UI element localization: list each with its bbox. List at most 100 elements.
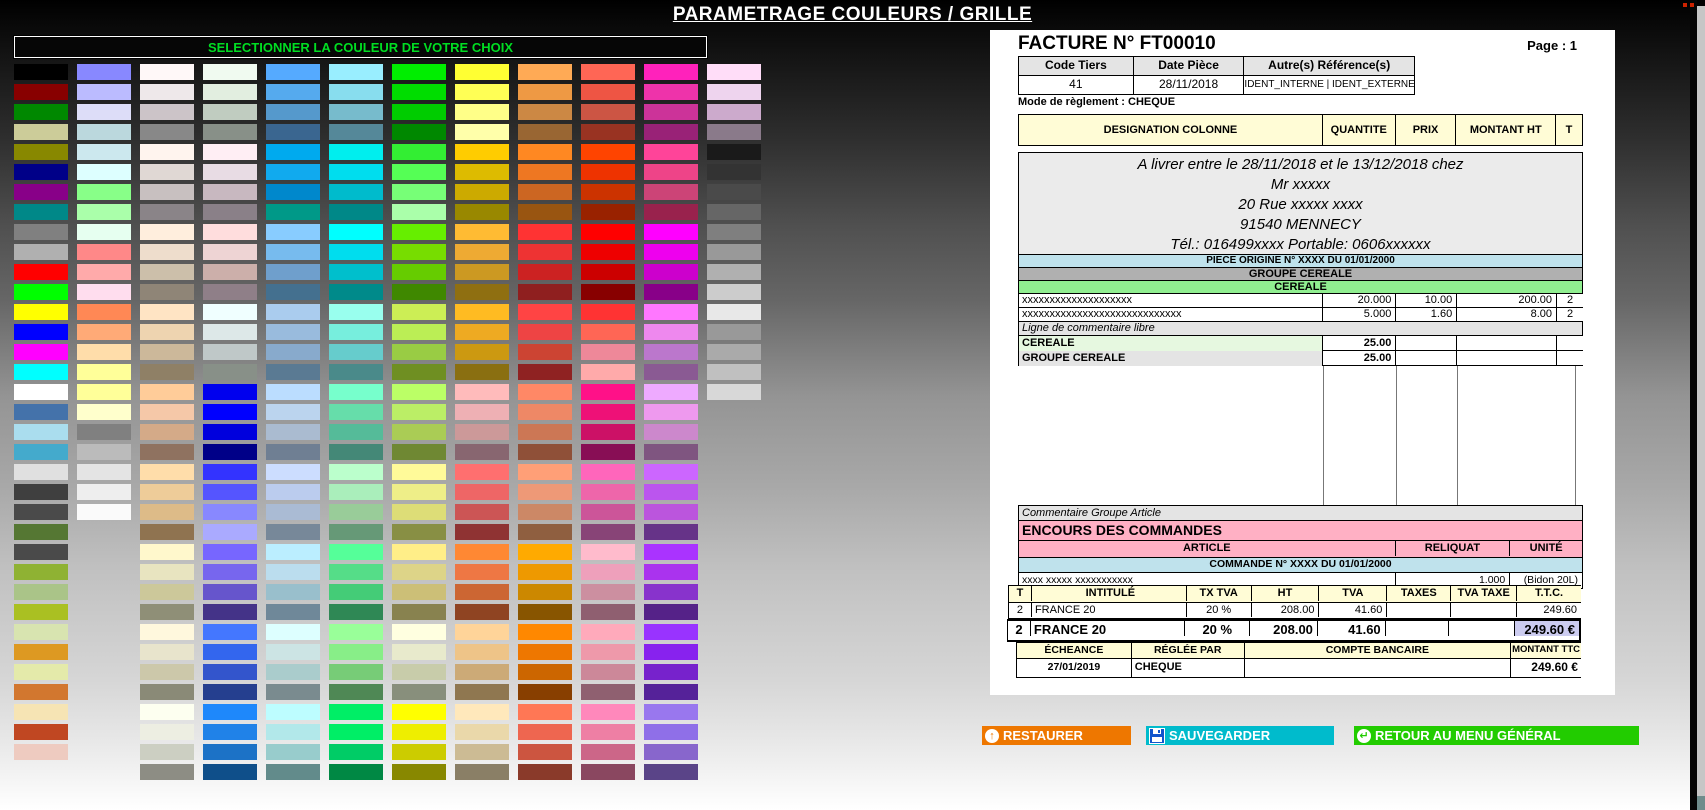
color-swatch[interactable]: [644, 304, 698, 320]
color-swatch[interactable]: [329, 224, 383, 240]
color-swatch[interactable]: [14, 484, 68, 500]
color-swatch[interactable]: [203, 204, 257, 220]
color-swatch[interactable]: [581, 224, 635, 240]
color-swatch[interactable]: [329, 424, 383, 440]
color-swatch[interactable]: [392, 244, 446, 260]
color-swatch[interactable]: [581, 284, 635, 300]
color-swatch[interactable]: [455, 444, 509, 460]
color-swatch[interactable]: [644, 184, 698, 200]
color-swatch[interactable]: [266, 344, 320, 360]
color-swatch[interactable]: [203, 384, 257, 400]
color-swatch[interactable]: [329, 604, 383, 620]
color-swatch[interactable]: [266, 284, 320, 300]
color-swatch[interactable]: [455, 244, 509, 260]
color-swatch[interactable]: [581, 144, 635, 160]
color-swatch[interactable]: [77, 324, 131, 340]
color-swatch[interactable]: [329, 584, 383, 600]
color-swatch[interactable]: [644, 444, 698, 460]
color-swatch[interactable]: [392, 624, 446, 640]
color-swatch[interactable]: [77, 384, 131, 400]
color-swatch[interactable]: [140, 324, 194, 340]
color-swatch[interactable]: [707, 124, 761, 140]
color-swatch[interactable]: [329, 564, 383, 580]
color-swatch[interactable]: [644, 624, 698, 640]
color-swatch[interactable]: [518, 224, 572, 240]
color-swatch[interactable]: [266, 304, 320, 320]
color-swatch[interactable]: [329, 464, 383, 480]
color-swatch[interactable]: [518, 264, 572, 280]
color-swatch[interactable]: [581, 344, 635, 360]
color-swatch[interactable]: [644, 684, 698, 700]
color-swatch[interactable]: [518, 244, 572, 260]
color-swatch[interactable]: [644, 504, 698, 520]
color-swatch[interactable]: [392, 644, 446, 660]
color-swatch[interactable]: [518, 144, 572, 160]
color-swatch[interactable]: [77, 444, 131, 460]
color-swatch[interactable]: [707, 164, 761, 180]
color-swatch[interactable]: [329, 644, 383, 660]
color-swatch[interactable]: [518, 464, 572, 480]
color-swatch[interactable]: [203, 184, 257, 200]
color-swatch[interactable]: [140, 704, 194, 720]
color-swatch[interactable]: [140, 184, 194, 200]
color-swatch[interactable]: [77, 504, 131, 520]
color-swatch[interactable]: [266, 464, 320, 480]
color-swatch[interactable]: [455, 664, 509, 680]
color-swatch[interactable]: [392, 344, 446, 360]
color-swatch[interactable]: [644, 284, 698, 300]
color-swatch[interactable]: [266, 84, 320, 100]
color-swatch[interactable]: [581, 64, 635, 80]
color-swatch[interactable]: [455, 404, 509, 420]
color-swatch[interactable]: [392, 164, 446, 180]
color-swatch[interactable]: [329, 384, 383, 400]
color-swatch[interactable]: [518, 364, 572, 380]
color-swatch[interactable]: [644, 604, 698, 620]
color-swatch[interactable]: [266, 224, 320, 240]
color-swatch[interactable]: [14, 184, 68, 200]
color-swatch[interactable]: [329, 64, 383, 80]
color-swatch[interactable]: [392, 664, 446, 680]
color-swatch[interactable]: [77, 184, 131, 200]
color-swatch[interactable]: [203, 124, 257, 140]
color-swatch[interactable]: [203, 664, 257, 680]
color-swatch[interactable]: [77, 64, 131, 80]
color-swatch[interactable]: [644, 244, 698, 260]
color-swatch[interactable]: [518, 184, 572, 200]
color-swatch[interactable]: [203, 304, 257, 320]
color-swatch[interactable]: [329, 124, 383, 140]
color-swatch[interactable]: [14, 724, 68, 740]
color-swatch[interactable]: [644, 664, 698, 680]
scrollbar-thumb[interactable]: [1697, 796, 1705, 810]
color-swatch[interactable]: [518, 764, 572, 780]
color-swatch[interactable]: [581, 124, 635, 140]
color-swatch[interactable]: [518, 724, 572, 740]
color-swatch[interactable]: [203, 544, 257, 560]
color-swatch[interactable]: [329, 324, 383, 340]
color-swatch[interactable]: [392, 384, 446, 400]
color-swatch[interactable]: [455, 164, 509, 180]
color-swatch[interactable]: [14, 104, 68, 120]
color-swatch[interactable]: [707, 284, 761, 300]
color-swatch[interactable]: [140, 424, 194, 440]
color-swatch[interactable]: [203, 424, 257, 440]
color-swatch[interactable]: [266, 204, 320, 220]
color-swatch[interactable]: [140, 644, 194, 660]
color-swatch[interactable]: [14, 424, 68, 440]
color-swatch[interactable]: [518, 544, 572, 560]
color-swatch[interactable]: [329, 184, 383, 200]
color-swatch[interactable]: [77, 204, 131, 220]
color-swatch[interactable]: [203, 504, 257, 520]
color-swatch[interactable]: [14, 264, 68, 280]
color-swatch[interactable]: [581, 684, 635, 700]
color-swatch[interactable]: [455, 104, 509, 120]
color-swatch[interactable]: [266, 604, 320, 620]
color-swatch[interactable]: [518, 124, 572, 140]
color-swatch[interactable]: [581, 484, 635, 500]
color-swatch[interactable]: [455, 604, 509, 620]
color-swatch[interactable]: [140, 164, 194, 180]
color-swatch[interactable]: [266, 444, 320, 460]
color-swatch[interactable]: [203, 584, 257, 600]
color-swatch[interactable]: [518, 64, 572, 80]
color-swatch[interactable]: [392, 364, 446, 380]
color-swatch[interactable]: [329, 204, 383, 220]
